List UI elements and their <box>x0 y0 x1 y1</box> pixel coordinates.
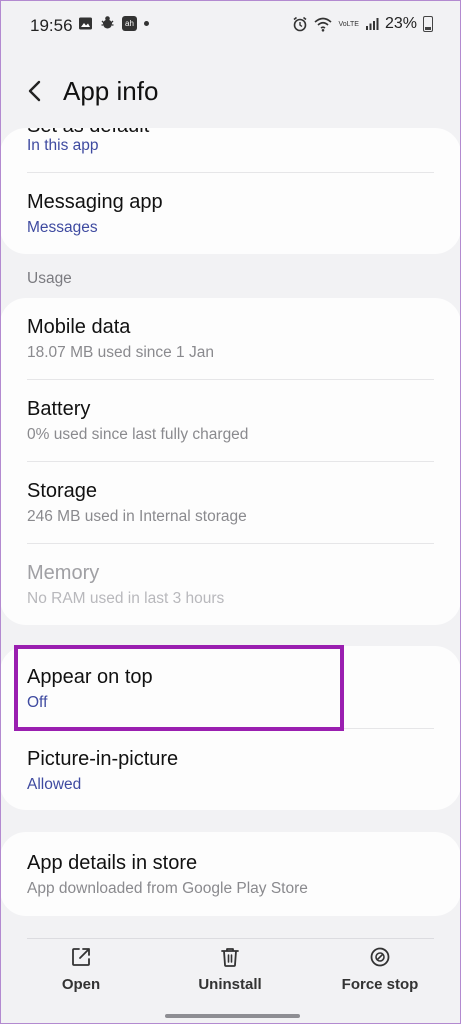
system-icons: VoLTE 23% <box>292 15 433 33</box>
mobile-data-item[interactable]: Mobile data 18.07 MB used since 1 Jan <box>0 298 461 379</box>
mobile-data-title: Mobile data <box>27 316 131 338</box>
force-stop-button[interactable]: Force stop <box>320 946 440 1008</box>
battery-title: Battery <box>27 398 91 420</box>
picture-in-picture-item[interactable]: Picture-in-picture Allowed <box>0 729 461 810</box>
store-card: App details in store App downloaded from… <box>0 832 461 916</box>
alarm-icon <box>293 16 307 32</box>
chevron-left-icon <box>28 80 41 102</box>
mobile-data-sub: 18.07 MB used since 1 Jan <box>27 344 214 361</box>
uninstall-label: Uninstall <box>198 976 262 993</box>
uninstall-button[interactable]: Uninstall <box>170 946 290 1008</box>
app-details-in-store-item[interactable]: App details in store App downloaded from… <box>0 832 461 916</box>
battery-sub: 0% used since last fully charged <box>27 426 249 443</box>
wifi-icon <box>314 17 332 32</box>
memory-item: Memory No RAM used in last 3 hours <box>0 544 461 625</box>
appear-on-top-title: Appear on top <box>27 666 153 688</box>
bottom-action-bar: Open Uninstall Force stop <box>0 938 461 1024</box>
permissions-card: Appear on top Off Picture-in-picture All… <box>0 646 461 810</box>
app-details-title: App details in store <box>27 852 198 874</box>
memory-sub: No RAM used in last 3 hours <box>27 590 225 607</box>
memory-title: Memory <box>27 562 100 584</box>
open-external-icon <box>72 948 90 966</box>
page-title: App info <box>63 76 159 106</box>
messaging-app-title: Messaging app <box>27 191 163 213</box>
appear-on-top-item[interactable]: Appear on top Off <box>0 646 461 728</box>
divider <box>27 938 434 939</box>
trash-icon <box>221 948 239 967</box>
status-bar: 19:56 ah VoLTE 23% <box>0 0 461 50</box>
volte-lte-icon: VoLTE <box>338 21 359 28</box>
battery-percent: 23% <box>384 15 417 32</box>
bug-icon <box>101 16 114 29</box>
storage-title: Storage <box>27 480 98 502</box>
app-details-sub: App downloaded from Google Play Store <box>27 880 308 897</box>
notification-dot <box>144 20 149 26</box>
defaults-card: Set as default In this app Messaging app… <box>0 128 461 254</box>
picture-in-picture-sub: Allowed <box>27 776 82 793</box>
signal-icon <box>365 18 379 30</box>
picture-in-picture-title: Picture-in-picture <box>27 748 179 770</box>
appear-on-top-sub: Off <box>27 694 48 711</box>
usage-card: Mobile data 18.07 MB used since 1 Jan Ba… <box>0 298 461 625</box>
storage-sub: 246 MB used in Internal storage <box>27 508 247 525</box>
usage-section-label: Usage <box>27 270 72 287</box>
force-stop-label: Force stop <box>341 976 419 993</box>
home-indicator[interactable] <box>165 1014 300 1018</box>
set-as-default-sub: In this app <box>27 137 99 154</box>
battery-item[interactable]: Battery 0% used since last fully charged <box>0 380 461 461</box>
app-badge-icon: ah <box>122 15 137 31</box>
messaging-app-sub: Messages <box>27 219 98 236</box>
back-button[interactable] <box>18 74 52 108</box>
app-bar: App info <box>0 60 461 124</box>
network-label: VoLTE <box>338 20 359 28</box>
notification-icons: ah <box>78 15 149 31</box>
storage-item[interactable]: Storage 246 MB used in Internal storage <box>0 462 461 543</box>
battery-icon <box>423 16 433 32</box>
messaging-app-item[interactable]: Messaging app Messages <box>0 173 461 254</box>
open-button[interactable]: Open <box>21 946 141 1008</box>
set-as-default-item[interactable]: Set as default In this app <box>0 128 461 171</box>
open-label: Open <box>61 976 101 993</box>
block-icon <box>370 947 390 967</box>
status-time: 19:56 <box>30 16 73 35</box>
image-icon <box>79 17 92 29</box>
